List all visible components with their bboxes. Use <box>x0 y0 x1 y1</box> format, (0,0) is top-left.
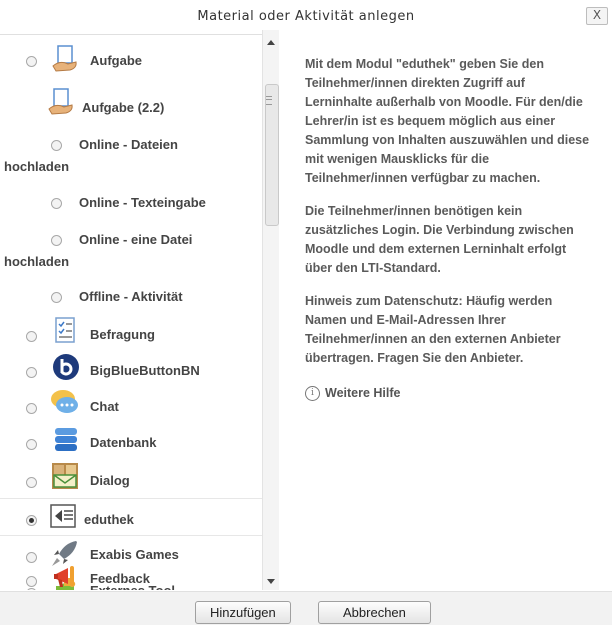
cancel-button[interactable]: Abbrechen <box>318 601 431 624</box>
dialog-footer: Hinzufügen Abbrechen <box>0 591 612 625</box>
module-radio[interactable] <box>51 198 62 209</box>
module-label: Offline - Aktivität <box>79 289 183 304</box>
database-icon <box>55 428 77 451</box>
module-radio[interactable] <box>26 439 37 450</box>
module-label: Feedback <box>90 571 150 586</box>
description-paragraph: Die Teilnehmer/innen benötigen kein zusä… <box>305 204 574 275</box>
module-label: Dialog <box>90 473 130 488</box>
module-list-scrollbar[interactable] <box>262 30 279 590</box>
module-item-aufgabe[interactable]: Aufgabe <box>0 42 262 78</box>
module-label: Online - eine Datei hochladen <box>4 232 193 269</box>
scroll-down-arrow-icon[interactable] <box>267 579 275 584</box>
scroll-up-arrow-icon[interactable] <box>267 40 275 45</box>
dialog-icon <box>52 463 78 489</box>
module-radio[interactable] <box>51 292 62 303</box>
bigbluebutton-icon <box>53 354 79 380</box>
module-label: Datenbank <box>90 435 157 450</box>
description-paragraph: Hinweis zum Datenschutz: Häufig werden N… <box>305 294 561 365</box>
module-item-online-eine-datei[interactable]: Online - eine Datei hochladen <box>0 229 262 275</box>
dialog-title-bar: Material oder Aktivität anlegen X <box>0 0 612 30</box>
module-label: Aufgabe (2.2) <box>82 100 165 115</box>
module-label: Befragung <box>90 327 155 342</box>
module-label: BigBlueButtonBN <box>90 363 200 378</box>
module-label: Online - Dateien hochladen <box>4 137 178 174</box>
chat-icon <box>51 390 78 413</box>
dialog-title: Material oder Aktivität anlegen <box>197 9 415 24</box>
module-label: Aufgabe <box>90 53 142 68</box>
module-list[interactable]: Aufgabe Aufgabe (2.2) Online - Dateien h… <box>0 30 263 590</box>
info-icon: i <box>305 386 320 401</box>
assignment-icon <box>52 45 77 72</box>
module-radio[interactable] <box>26 56 37 67</box>
survey-icon <box>55 317 75 343</box>
module-label: eduthek <box>84 512 134 527</box>
module-item-dialog[interactable]: Dialog <box>0 458 262 498</box>
module-item-online-dateien[interactable]: Online - Dateien hochladen <box>0 134 262 180</box>
module-radio[interactable] <box>26 477 37 488</box>
module-label: Chat <box>90 399 119 414</box>
scroll-thumb[interactable] <box>265 84 279 226</box>
module-item-befragung[interactable]: Befragung <box>0 314 262 352</box>
module-item-offline-aktivitaet[interactable]: Offline - Aktivität <box>0 286 262 310</box>
module-radio[interactable] <box>26 576 37 587</box>
module-description: Mit dem Modul "eduthek" geben Sie den Te… <box>305 55 595 403</box>
megaphone-icon <box>54 566 74 587</box>
module-item-chat[interactable]: Chat <box>0 386 262 424</box>
help-link-label[interactable]: Weitere Hilfe <box>325 384 401 403</box>
module-radio[interactable] <box>26 331 37 342</box>
scroll-grip-icon <box>266 96 272 105</box>
module-item-datenbank[interactable]: Datenbank <box>0 422 262 460</box>
module-radio[interactable] <box>26 367 37 378</box>
module-item-online-texteingabe[interactable]: Online - Texteingabe <box>0 192 262 216</box>
module-label: Online - Texteingabe <box>79 195 206 210</box>
assignment-icon <box>48 88 73 115</box>
help-link[interactable]: i Weitere Hilfe <box>305 384 595 403</box>
description-paragraph: Mit dem Modul "eduthek" geben Sie den Te… <box>305 57 590 185</box>
module-item-aufgabe-2-2[interactable]: Aufgabe (2.2) <box>0 85 262 121</box>
eduthek-icon <box>50 504 76 528</box>
module-radio[interactable] <box>26 403 37 414</box>
module-item-eduthek[interactable]: eduthek <box>0 498 262 536</box>
module-item-feedback[interactable]: Feedback <box>0 560 262 590</box>
close-button[interactable]: X <box>586 7 608 25</box>
module-radio-selected[interactable] <box>26 515 37 526</box>
list-top-edge <box>0 30 262 35</box>
module-item-bigbluebutton[interactable]: BigBlueButtonBN <box>0 350 262 388</box>
add-button[interactable]: Hinzufügen <box>195 601 291 624</box>
